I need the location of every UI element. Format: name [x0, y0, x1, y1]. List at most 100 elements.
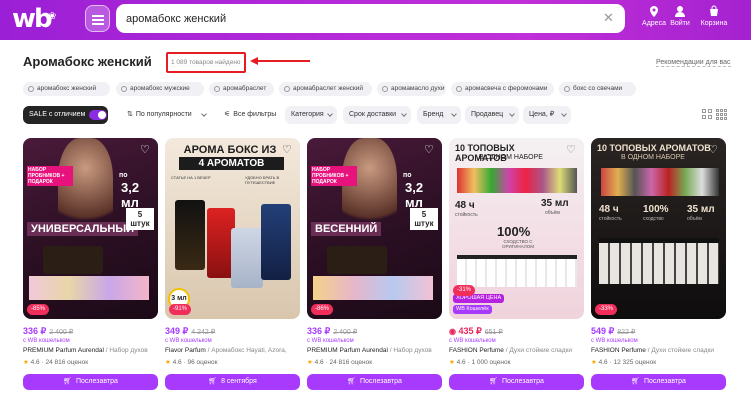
chevron-down-icon — [201, 111, 207, 117]
all-filters-button[interactable]: ⚟ Все фильтры — [218, 106, 278, 124]
overlay-text: стойкость — [599, 216, 622, 222]
chip-5[interactable]: аромасвеча с феромонами — [451, 82, 554, 96]
overlay-text: объём — [545, 210, 560, 216]
overlay-text: стойкость — [455, 212, 478, 218]
rating: ★ 4.6 · 24 816 оценок — [23, 359, 89, 366]
overlay-text: 48 ч — [455, 200, 475, 211]
old-price: 651 ₽ — [484, 329, 503, 336]
toggle-switch[interactable] — [89, 110, 107, 120]
perfume-bottle — [231, 228, 263, 288]
discount-badge: -85% — [27, 304, 50, 315]
cart-button[interactable]: Корзина — [692, 5, 736, 27]
rating: ★ 4.6 · 12 325 оценок — [591, 359, 657, 366]
sale-toggle[interactable]: SALE с отличием — [23, 106, 108, 124]
cart-icon: 🛒︎ — [63, 378, 72, 385]
filter-label: Продавец — [471, 111, 504, 118]
grid-large-view-icon[interactable] — [702, 109, 713, 120]
chip-6[interactable]: бокс со свечами — [559, 82, 636, 96]
product-image[interactable]: АРОМА БОКС ИЗ 4 АРОМАТОВ СТАТЬЕ НА 1 ВЕЧ… — [165, 138, 300, 319]
brand-filter[interactable]: Бренд — [417, 106, 461, 124]
heart-icon[interactable]: ♡ — [282, 144, 294, 156]
recommendations-link[interactable]: Рекомендации для вас — [656, 59, 731, 67]
grid-small-view-icon[interactable] — [716, 109, 727, 120]
price-filter[interactable]: Цена, ₽ — [523, 106, 571, 124]
search-input[interactable] — [126, 4, 586, 33]
chip-2[interactable]: аромабраслет — [209, 82, 274, 96]
chevron-down-icon — [509, 111, 515, 117]
header: wb❀ ✕ Адреса Войти Корзина — [0, 0, 751, 40]
user-icon — [675, 6, 685, 17]
product-name[interactable]: PREMIUM Parfum Aurendal / Набор духов — [23, 347, 158, 354]
clear-search-icon[interactable]: ✕ — [603, 11, 614, 25]
perfume-bottles — [29, 276, 149, 300]
heart-icon[interactable]: ♡ — [708, 144, 720, 156]
chip-3[interactable]: аромабраслет женский — [279, 82, 372, 96]
logo[interactable]: wb ❀ — [12, 6, 57, 32]
rating: ★ 4.6 · 1 000 оценок — [449, 359, 511, 366]
add-to-cart-button[interactable]: 🛒︎ Послезавтра — [591, 374, 726, 390]
reviews-count: 24 816 оценок — [329, 359, 373, 366]
rating-value: 4.6 — [172, 359, 182, 366]
gift-box — [327, 246, 387, 274]
heart-icon[interactable]: ♡ — [140, 144, 152, 156]
product-name[interactable]: Flavor Parfum / Аромабокс Hayati, Azora, — [165, 347, 300, 354]
sort-icon: ⇅ — [127, 111, 133, 118]
brand: PREMIUM Parfum Aurendal — [23, 347, 104, 354]
product-image[interactable]: 10 ТОПОВЫХ АРОМАТОВ В ОДНОМ НАБОРЕ 48 ч … — [591, 138, 726, 319]
heart-icon[interactable]: ♡ — [424, 144, 436, 156]
delivery-label: Послезавтра — [501, 378, 544, 385]
product-name[interactable]: FASHION Perfume / Духи стойкие сладки — [449, 347, 584, 354]
search-icon — [121, 86, 127, 92]
chip-label: бокс со свечами — [573, 85, 623, 92]
discount-badge: -91% — [169, 304, 192, 315]
add-to-cart-button[interactable]: 🛒︎ Послезавтра — [23, 374, 158, 390]
chip-0[interactable]: аромабокс женский — [23, 82, 110, 96]
gift-box — [43, 246, 103, 274]
current-price: 349 ₽ — [165, 326, 189, 336]
delivery-label: Послезавтра — [75, 378, 118, 385]
add-to-cart-button[interactable]: 🛒︎ 8 сентября — [165, 374, 300, 390]
overlay-text: 48 ч — [599, 204, 619, 215]
overlay-text: СТАТЬЕ НА 1 ВЕЧЕР — [171, 175, 211, 180]
add-to-cart-button[interactable]: 🛒︎ Послезавтра — [307, 374, 442, 390]
star-icon: ★ — [23, 359, 29, 366]
delivery-filter[interactable]: Срок доставки — [343, 106, 411, 124]
product-image[interactable]: НАБОР ПРОБНИКОВ + ПОДАРОК по 3,2 мл УНИВ… — [23, 138, 158, 319]
product-image[interactable]: НАБОР ПРОБНИКОВ + ПОДАРОК по 3,2 мл ВЕСЕ… — [307, 138, 442, 319]
reviews-count: 96 оценок — [187, 359, 218, 366]
chevron-down-icon — [401, 111, 407, 117]
price: 336 ₽2 400 ₽ — [307, 326, 357, 337]
overlay-text: 5 штук — [126, 208, 154, 230]
menu-icon-line — [92, 19, 104, 21]
overlay-text: УНИВЕРСАЛЬНЫЙ — [27, 222, 139, 236]
seller-filter[interactable]: Продавец — [465, 106, 519, 124]
heart-icon[interactable]: ♡ — [566, 144, 578, 156]
description: Духи стойкие сладки — [509, 347, 573, 354]
overlay-text: 4 АРОМАТОВ — [179, 157, 284, 170]
wallet-note: с WB кошельком — [165, 338, 212, 344]
overlay-text: по — [403, 172, 412, 179]
product-name[interactable]: PREMIUM Parfum Aurendal / Набор духов — [307, 347, 442, 354]
product-image[interactable]: 10 ТОПОВЫХ АРОМАТОВ В ОДНОМ НАБОРЕ 48 ч … — [449, 138, 584, 319]
product-name[interactable]: FASHION Perfume / Духи стойкие сладки — [591, 347, 726, 354]
chevron-down-icon — [451, 111, 457, 117]
chip-4[interactable]: аромамасло духи — [377, 82, 446, 96]
price: ◉ 435 ₽651 ₽ — [449, 326, 503, 337]
rating-value: 4.6 — [598, 359, 608, 366]
rating-value: 4.6 — [314, 359, 324, 366]
brand: Flavor Parfum — [165, 347, 206, 354]
brand: FASHION Perfume — [449, 347, 504, 354]
description: Духи стойкие сладки — [651, 347, 715, 354]
overlay-text: 100% — [497, 224, 531, 239]
search-bar: ✕ — [116, 4, 625, 33]
overlay-text: АРОМА БОКС ИЗ — [183, 144, 277, 156]
chip-1[interactable]: аромабокс мужские — [116, 82, 204, 96]
sort-dropdown[interactable]: ⇅ По популярности — [121, 106, 211, 124]
category-filter[interactable]: Категория — [285, 106, 337, 124]
chip-label: аромабокс женский — [37, 85, 97, 92]
price: 349 ₽4 242 ₽ — [165, 326, 215, 337]
menu-button[interactable] — [85, 5, 110, 32]
search-icon — [564, 86, 570, 92]
wallet-note: с WB кошельком — [23, 338, 70, 344]
add-to-cart-button[interactable]: 🛒︎ Послезавтра — [449, 374, 584, 390]
